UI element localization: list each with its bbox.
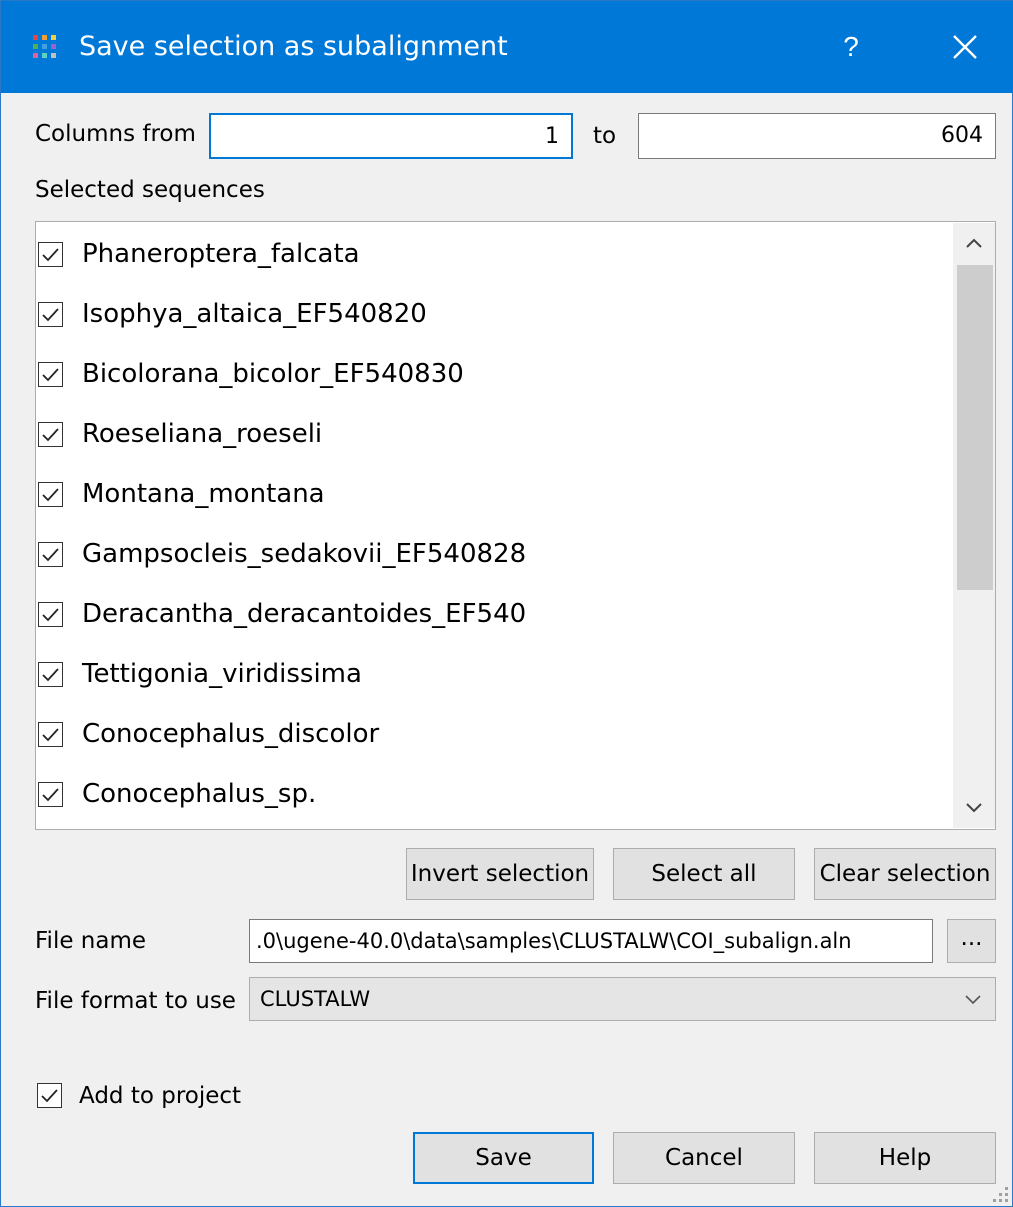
chevron-up-icon — [966, 238, 982, 248]
list-item[interactable]: Conocephalus_sp. — [36, 765, 946, 825]
scroll-thumb[interactable] — [957, 265, 993, 590]
columns-from-label: Columns from — [35, 121, 196, 147]
file-format-value: CLUSTALW — [260, 987, 371, 1011]
checkmark-icon — [42, 728, 59, 742]
checkmark-icon — [42, 488, 59, 502]
sequence-checkbox[interactable] — [38, 482, 63, 507]
select-all-button[interactable]: Select all — [613, 848, 795, 900]
clear-selection-button[interactable]: Clear selection — [814, 848, 996, 900]
sequence-checkbox[interactable] — [38, 782, 63, 807]
list-scrollbar[interactable] — [953, 223, 995, 828]
scroll-up-button[interactable] — [953, 223, 995, 263]
help-title-button[interactable]: ? — [821, 1, 881, 93]
sequence-checkbox[interactable] — [38, 302, 63, 327]
checkmark-icon — [42, 608, 59, 622]
sequence-name: Roeseliana_roeseli — [82, 419, 323, 449]
list-item[interactable]: Gampsocleis_sedakovii_EF540828 — [36, 525, 946, 585]
close-icon — [953, 35, 977, 59]
file-format-select[interactable]: CLUSTALW — [249, 977, 996, 1021]
list-item[interactable]: Montana_montana — [36, 465, 946, 525]
save-button[interactable]: Save — [413, 1132, 594, 1184]
checkmark-icon — [42, 368, 59, 382]
checkmark-icon — [42, 788, 59, 802]
sequence-name: Conocephalus_sp. — [82, 779, 317, 809]
file-name-input[interactable]: .0\ugene-40.0\data\samples\CLUSTALW\COI_… — [249, 919, 933, 963]
sequence-checkbox[interactable] — [38, 362, 63, 387]
sequence-name: Conocephalus_discolor — [82, 719, 380, 749]
sequence-name: Bicolorana_bicolor_EF540830 — [82, 359, 464, 389]
sequence-name: Tettigonia_viridissima — [82, 659, 362, 689]
file-format-label: File format to use — [35, 988, 236, 1014]
title-bar[interactable]: Save selection as subalignment ? — [1, 1, 1013, 93]
add-to-project-label: Add to project — [79, 1083, 242, 1109]
checkmark-icon — [42, 248, 59, 262]
sequence-checkbox[interactable] — [38, 662, 63, 687]
chevron-down-icon — [965, 995, 981, 1005]
sequence-name: Isophya_altaica_EF540820 — [82, 299, 427, 329]
columns-from-input[interactable]: 1 — [209, 113, 573, 159]
cancel-button[interactable]: Cancel — [613, 1132, 795, 1184]
browse-button[interactable]: ... — [947, 919, 996, 963]
add-to-project-checkbox[interactable] — [37, 1083, 62, 1108]
close-button[interactable] — [926, 1, 1006, 93]
dialog-window: Save selection as subalignment ? Columns… — [0, 0, 1013, 1207]
checkmark-icon — [41, 1089, 58, 1103]
list-item[interactable]: Conocephalus_discolor — [36, 705, 946, 765]
list-item[interactable]: Phaneroptera_falcata — [36, 225, 946, 285]
checkmark-icon — [42, 668, 59, 682]
grid-icon — [33, 35, 57, 59]
list-item[interactable]: Isophya_altaica_EF540820 — [36, 285, 946, 345]
columns-to-input[interactable]: 604 — [638, 113, 996, 159]
sequence-checkbox[interactable] — [38, 422, 63, 447]
resize-grip[interactable] — [990, 1184, 1010, 1204]
help-button[interactable]: Help — [814, 1132, 996, 1184]
sequence-name: Deracantha_deracantoides_EF540 — [82, 599, 527, 629]
sequence-list[interactable]: Phaneroptera_falcata Isophya_altaica_EF5… — [35, 221, 996, 830]
checkmark-icon — [42, 308, 59, 322]
dialog-title: Save selection as subalignment — [79, 31, 508, 62]
sequence-name: Phaneroptera_falcata — [82, 239, 360, 269]
sequence-name: Gampsocleis_sedakovii_EF540828 — [82, 539, 527, 569]
list-item[interactable]: Tettigonia_viridissima — [36, 645, 946, 705]
sequence-checkbox[interactable] — [38, 242, 63, 267]
selected-sequences-label: Selected sequences — [35, 177, 265, 203]
sequence-checkbox[interactable] — [38, 542, 63, 567]
scroll-down-button[interactable] — [953, 788, 995, 828]
sequence-checkbox[interactable] — [38, 722, 63, 747]
sequence-checkbox[interactable] — [38, 602, 63, 627]
list-item[interactable]: Deracantha_deracantoides_EF540 — [36, 585, 946, 645]
checkmark-icon — [42, 428, 59, 442]
chevron-down-icon — [966, 803, 982, 813]
invert-selection-button[interactable]: Invert selection — [406, 848, 594, 900]
list-item[interactable]: Bicolorana_bicolor_EF540830 — [36, 345, 946, 405]
file-name-label: File name — [35, 928, 147, 954]
list-item[interactable]: Roeseliana_roeseli — [36, 405, 946, 465]
columns-to-label: to — [593, 123, 617, 149]
sequence-name: Montana_montana — [82, 479, 325, 509]
checkmark-icon — [42, 548, 59, 562]
